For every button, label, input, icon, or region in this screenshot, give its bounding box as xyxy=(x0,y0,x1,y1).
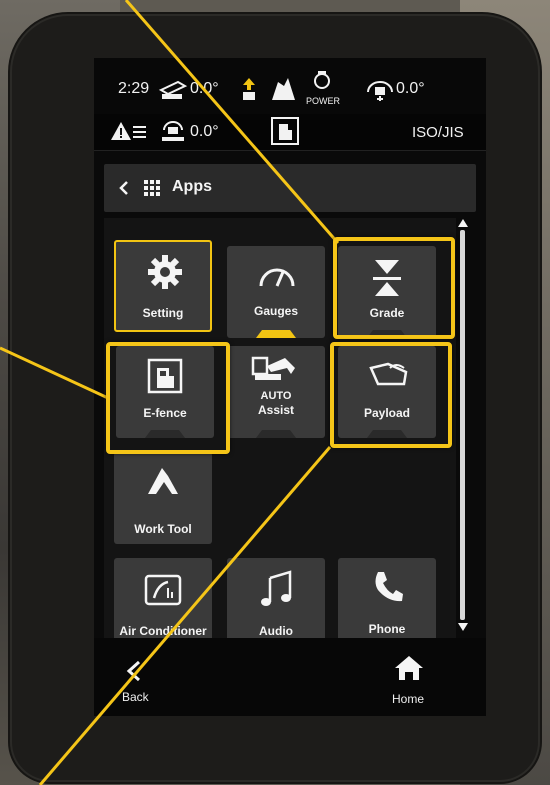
highlight-payload xyxy=(330,342,452,448)
callout-lines xyxy=(0,0,340,785)
highlight-e-fence xyxy=(106,342,230,454)
highlight-grade xyxy=(333,237,455,339)
callout-line-efence xyxy=(0,346,109,400)
callout-line-payload xyxy=(38,446,332,785)
callout-line-grade xyxy=(124,0,340,244)
